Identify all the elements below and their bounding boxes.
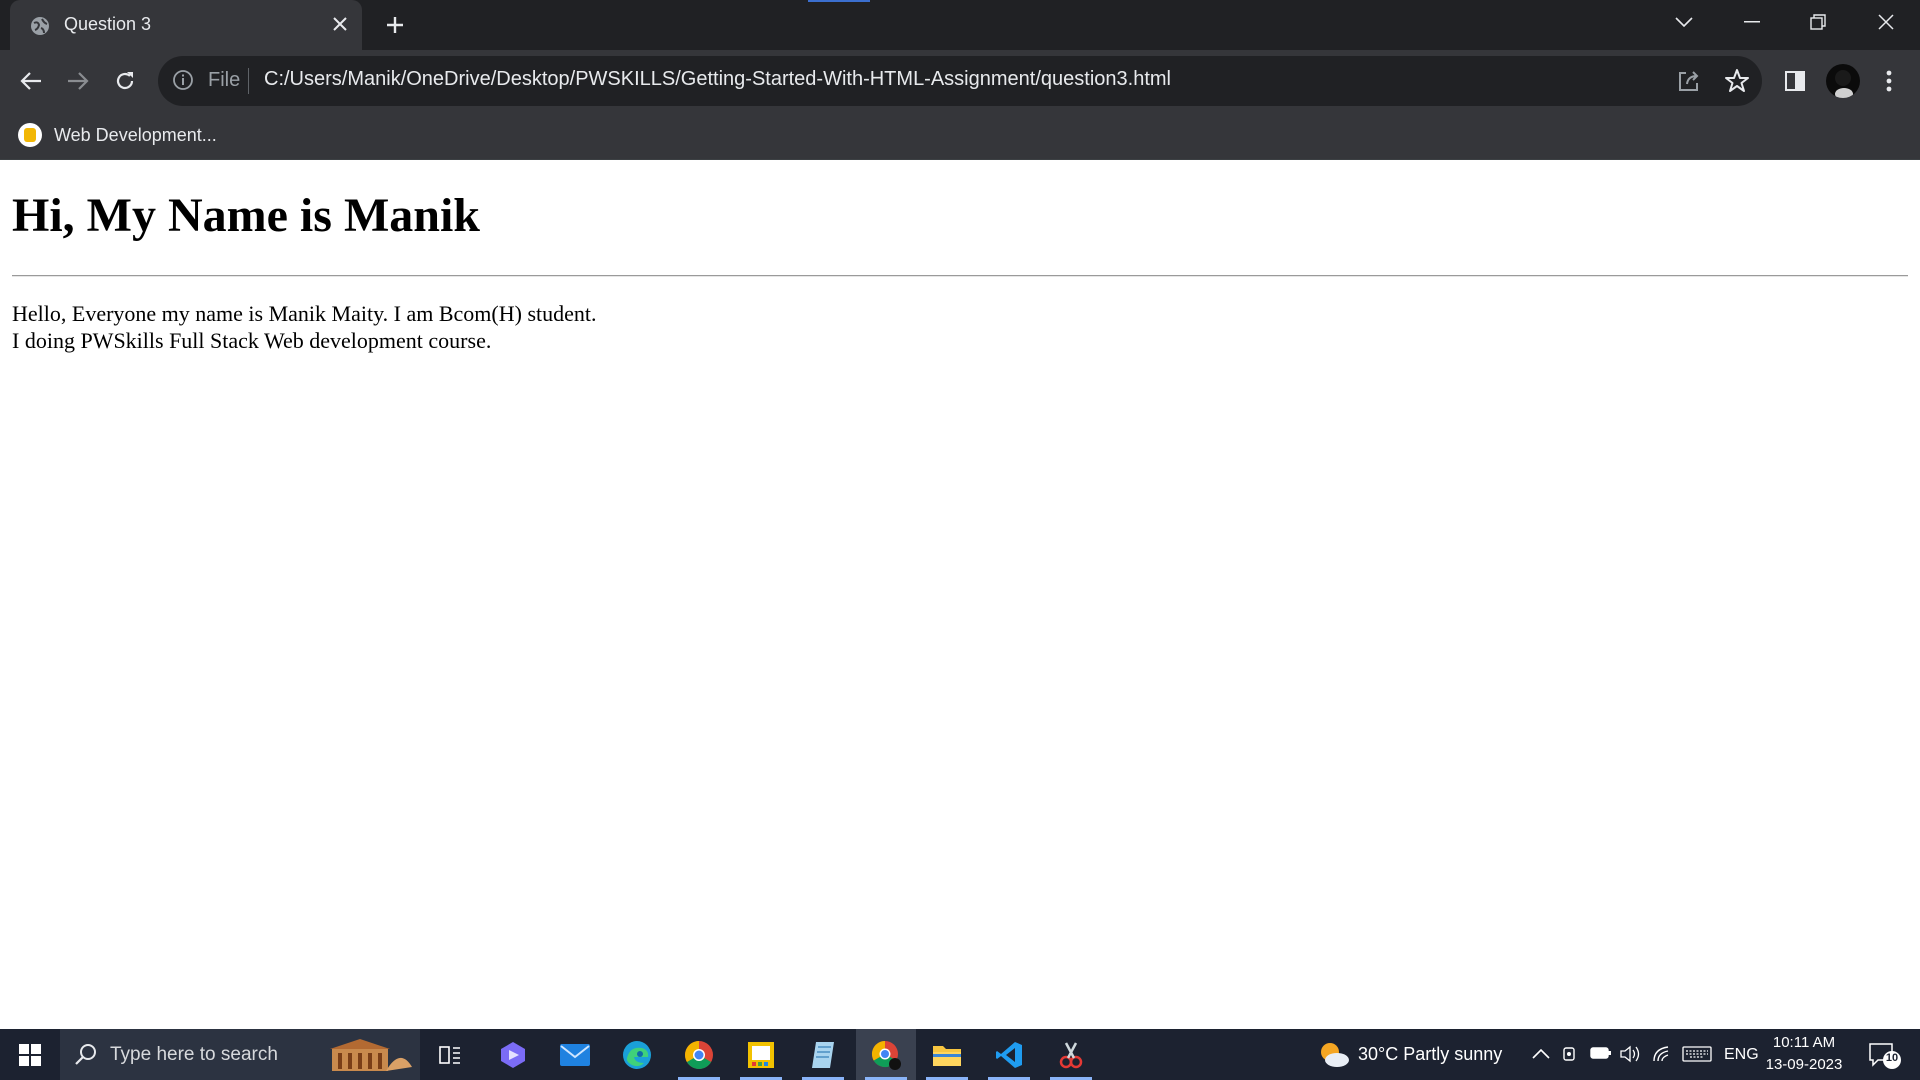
search-highlight-illustration-icon [330, 1039, 412, 1071]
back-icon[interactable] [14, 64, 48, 98]
url-text[interactable]: C:/Users/Manik/OneDrive/Desktop/PWSKILLS… [264, 68, 1171, 91]
page-heading: Hi, My Name is Manik [12, 189, 480, 242]
close-window-icon[interactable] [1856, 0, 1916, 44]
profile-avatar[interactable] [1826, 64, 1860, 98]
site-info-icon[interactable] [172, 69, 194, 91]
input-language[interactable]: ENG [1724, 1046, 1759, 1064]
show-hidden-icons-chevron-icon[interactable] [1532, 1049, 1550, 1059]
paint-app-icon[interactable] [734, 1029, 788, 1080]
windows-start-icon[interactable] [0, 1029, 60, 1080]
horizontal-rule [12, 275, 1908, 277]
task-view-icon[interactable] [423, 1029, 477, 1080]
forward-icon[interactable] [61, 64, 95, 98]
meet-now-icon[interactable] [1562, 1045, 1578, 1063]
clock-date: 13-09-2023 [1765, 1056, 1843, 1073]
side-panel-icon[interactable] [1778, 64, 1812, 98]
address-bar[interactable]: File C:/Users/Manik/OneDrive/Desktop/PWS… [158, 56, 1762, 106]
volume-icon[interactable] [1620, 1044, 1642, 1064]
minimize-icon[interactable] [1722, 0, 1782, 44]
tab-strip: Question 3 [0, 0, 1920, 50]
chrome-profile-app-icon[interactable] [856, 1029, 916, 1080]
restore-icon[interactable] [1788, 0, 1848, 44]
edge-browser-icon[interactable] [610, 1029, 664, 1080]
notification-count-badge: 10 [1885, 1052, 1899, 1064]
search-icon [75, 1044, 96, 1065]
bookmark-favicon-icon [18, 123, 42, 147]
new-tab-icon[interactable] [380, 10, 410, 40]
scheme-label: File [208, 69, 241, 91]
copilot-app-icon[interactable] [486, 1029, 540, 1080]
keyboard-icon[interactable] [1682, 1046, 1712, 1062]
menu-kebab-icon[interactable] [1872, 64, 1906, 98]
bookmark-web-development[interactable]: Web Development... [18, 120, 217, 150]
file-explorer-icon[interactable] [920, 1029, 974, 1080]
clock-time: 10:11 AM [1772, 1034, 1836, 1051]
intro-paragraph: Hello, Everyone my name is Manik Maity. … [12, 300, 597, 354]
vscode-app-icon[interactable] [982, 1029, 1036, 1080]
weather-text[interactable]: 30°C Partly sunny [1358, 1044, 1502, 1065]
notepad-app-icon[interactable] [796, 1029, 850, 1080]
bookmark-star-icon[interactable] [1724, 68, 1750, 94]
reload-icon[interactable] [108, 64, 142, 98]
windows-taskbar: Type here to search 30°C Partly sunny EN… [0, 1029, 1920, 1080]
intro-line-2: I doing PWSkills Full Stack Web developm… [12, 328, 492, 353]
weather-partly-sunny-icon[interactable] [1318, 1041, 1350, 1069]
tab-title: Question 3 [64, 14, 152, 34]
intro-line-1: Hello, Everyone my name is Manik Maity. … [12, 301, 597, 326]
chrome-app-icon[interactable] [672, 1029, 726, 1080]
tab-close-icon[interactable] [328, 12, 352, 36]
wifi-icon[interactable] [1652, 1045, 1672, 1063]
tab-search-chevron-icon[interactable] [1654, 0, 1714, 44]
taskbar-search-box[interactable]: Type here to search [60, 1029, 420, 1080]
clock[interactable]: 10:11 AM 13-09-2023 [1764, 1032, 1844, 1076]
snipping-tool-icon[interactable] [1044, 1029, 1098, 1080]
globe-icon [31, 17, 49, 35]
share-icon[interactable] [1676, 68, 1702, 94]
search-placeholder: Type here to search [110, 1044, 278, 1065]
bookmark-label: Web Development... [54, 124, 217, 145]
battery-icon[interactable] [1590, 1046, 1612, 1060]
page-viewport: Hi, My Name is Manik Hello, Everyone my … [0, 160, 1920, 1029]
tab-question-3[interactable]: Question 3 [10, 0, 362, 50]
browser-toolbar: File C:/Users/Manik/OneDrive/Desktop/PWS… [0, 50, 1920, 112]
omnibox-separator [248, 68, 249, 94]
mail-app-icon[interactable] [548, 1029, 602, 1080]
bookmarks-bar: Web Development... [0, 112, 1920, 160]
active-indicator [808, 0, 870, 2]
